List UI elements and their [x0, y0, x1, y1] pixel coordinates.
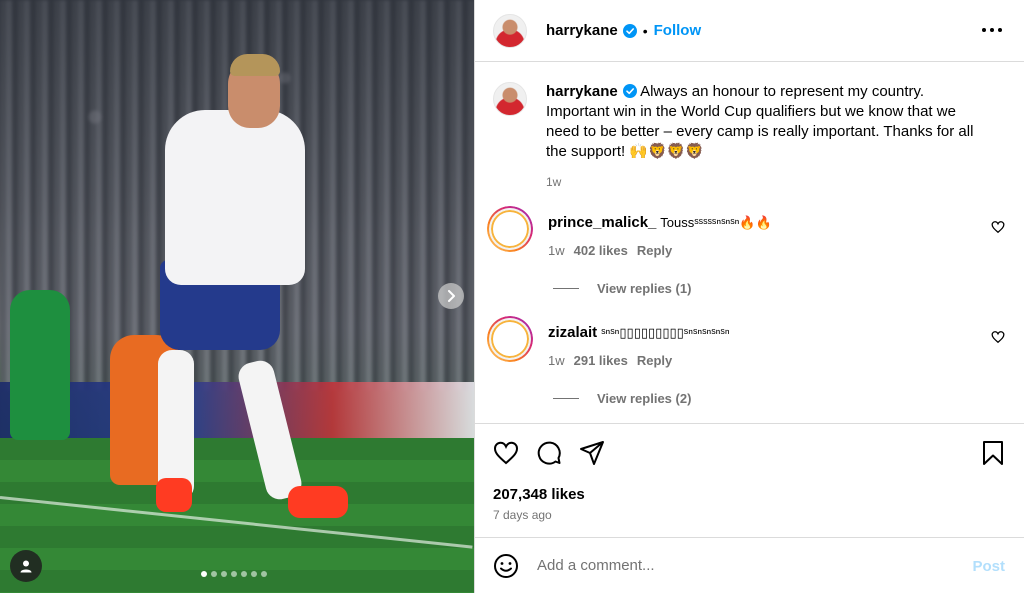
comment-body: zizalait ˢⁿˢⁿ▯▯▯▯▯▯▯▯▯ˢⁿˢⁿˢⁿˢⁿˢⁿ 1w 291 …	[548, 318, 730, 368]
comment-item: prince_malick_ Toussˢˢˢˢˢⁿˢⁿˢⁿ🔥🔥 1w 402 …	[489, 208, 1009, 258]
view-replies-label: View replies (1)	[597, 281, 692, 296]
user-icon	[20, 560, 32, 573]
likes-count[interactable]: 207,348 likes	[493, 486, 585, 503]
bookmark-icon[interactable]	[981, 440, 1005, 466]
caption-author-avatar[interactable]	[493, 82, 527, 116]
player-boot-right	[288, 486, 348, 518]
opponent-player	[10, 290, 70, 440]
like-icon[interactable]	[493, 440, 519, 466]
comment-meta: 1w 291 likes Reply	[548, 353, 730, 368]
action-buttons	[493, 440, 605, 466]
comment-text: Toussˢˢˢˢˢⁿˢⁿˢⁿ🔥🔥	[660, 215, 772, 230]
player-shirt	[165, 110, 305, 285]
caption-username[interactable]: harrykane	[546, 83, 618, 100]
tagged-users-button[interactable]	[10, 550, 42, 582]
player-hair	[230, 54, 280, 76]
view-replies-button[interactable]: View replies (2)	[553, 391, 691, 406]
share-icon[interactable]	[579, 440, 605, 466]
view-replies-label: View replies (2)	[597, 391, 692, 406]
view-replies-button[interactable]: View replies (1)	[553, 281, 691, 296]
replies-line	[553, 398, 579, 399]
carousel-indicator	[201, 571, 267, 577]
carousel-dot	[201, 571, 207, 577]
comment-icon[interactable]	[536, 440, 562, 466]
ad-board	[0, 382, 475, 440]
author-avatar[interactable]	[493, 13, 527, 48]
caption-body: harrykane Always an honour to represent …	[546, 82, 986, 192]
like-comment-icon[interactable]	[991, 330, 1005, 344]
header-separator: •	[642, 22, 648, 39]
post-media[interactable]	[0, 0, 475, 593]
comment-item: zizalait ˢⁿˢⁿ▯▯▯▯▯▯▯▯▯ˢⁿˢⁿˢⁿˢⁿˢⁿ 1w 291 …	[489, 318, 1009, 368]
more-options-icon[interactable]	[982, 22, 1002, 38]
chevron-right-icon	[448, 290, 455, 302]
carousel-dot	[231, 571, 237, 577]
carousel-dot	[221, 571, 227, 577]
post-actions: 207,348 likes 7 days ago	[475, 423, 1024, 537]
pitch	[0, 438, 475, 593]
comment-likes[interactable]: 402 likes	[574, 243, 628, 258]
commenter-avatar[interactable]	[489, 318, 531, 360]
author-username[interactable]: harrykane	[546, 22, 618, 39]
follow-button[interactable]: Follow	[654, 22, 702, 39]
comment-text: ˢⁿˢⁿ▯▯▯▯▯▯▯▯▯ˢⁿˢⁿˢⁿˢⁿˢⁿ	[601, 325, 730, 340]
post-caption: harrykane Always an honour to represent …	[493, 82, 1003, 192]
comment-body: prince_malick_ Toussˢˢˢˢˢⁿˢⁿˢⁿ🔥🔥 1w 402 …	[548, 208, 772, 258]
comment-input[interactable]	[537, 557, 937, 574]
comment-time[interactable]: 1w	[548, 243, 565, 258]
commenter-username[interactable]: zizalait	[548, 324, 597, 341]
verified-badge-icon	[622, 84, 637, 98]
post-header: harrykane • Follow	[475, 0, 1024, 62]
player-boot-left	[156, 478, 192, 512]
replies-line	[553, 288, 579, 289]
comment-meta: 1w 402 likes Reply	[548, 243, 772, 258]
reply-button[interactable]: Reply	[637, 243, 672, 258]
carousel-dot	[261, 571, 267, 577]
post-comment-button[interactable]: Post	[972, 558, 1005, 575]
comment-composer: Post	[475, 537, 1024, 593]
carousel-dot	[241, 571, 247, 577]
post-date[interactable]: 7 days ago	[493, 508, 552, 522]
caption-timestamp[interactable]: 1w	[546, 172, 986, 192]
carousel-next-button[interactable]	[438, 283, 464, 309]
like-comment-icon[interactable]	[991, 220, 1005, 234]
verified-badge-icon	[622, 23, 637, 38]
commenter-username[interactable]: prince_malick_	[548, 214, 656, 231]
comment-time[interactable]: 1w	[548, 353, 565, 368]
carousel-dot	[211, 571, 217, 577]
emoji-icon[interactable]	[493, 553, 519, 579]
commenter-avatar[interactable]	[489, 208, 531, 250]
post-side-panel: harrykane • Follow harrykane Always an h…	[475, 0, 1024, 593]
reply-button[interactable]: Reply	[637, 353, 672, 368]
comment-likes[interactable]: 291 likes	[574, 353, 628, 368]
carousel-dot	[251, 571, 257, 577]
